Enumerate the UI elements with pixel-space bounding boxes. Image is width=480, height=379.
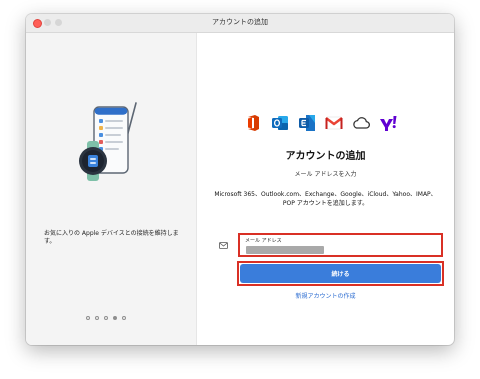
email-field[interactable]: メール アドレス [238, 233, 443, 257]
pagination-dot[interactable] [122, 316, 126, 320]
page-title: アカウントの追加 [285, 151, 366, 162]
create-new-account-link[interactable]: 新規アカウントの作成 [197, 291, 454, 300]
outlook-icon [272, 116, 288, 130]
email-field-label: メール アドレス [245, 238, 282, 244]
add-account-window: アカウントの追加 お気に入りの Apple デバイスとの接続を維持します。 アカ… [26, 14, 454, 345]
supported-providers-text: Microsoft 365、Outlook.com、Exchange、Googl… [214, 191, 437, 207]
pagination-dot-active[interactable] [113, 316, 117, 320]
page-subtitle: メール アドレスを入力 [294, 171, 357, 178]
pagination-dot[interactable] [104, 316, 108, 320]
title-bar: アカウントの追加 [26, 14, 454, 33]
continue-button-highlight: 続ける [237, 261, 444, 286]
mail-icon [219, 242, 228, 249]
continue-button[interactable]: 続ける [240, 264, 441, 283]
pagination-dot[interactable] [86, 316, 90, 320]
exchange-icon [299, 115, 315, 131]
pagination-dot[interactable] [95, 316, 99, 320]
sign-in-panel: アカウントの追加 メール アドレスを入力 Microsoft 365、Outlo… [197, 33, 454, 345]
office-icon [248, 115, 259, 131]
phone-watch-illustration-icon [79, 102, 137, 181]
onboarding-caption: お気に入りの Apple デバイスとの接続を維持します。 [44, 230, 179, 245]
provider-logos [243, 113, 398, 133]
gmail-icon [325, 116, 343, 130]
onboarding-panel: お気に入りの Apple デバイスとの接続を維持します。 [26, 33, 197, 345]
window-title: アカウントの追加 [212, 18, 268, 26]
pagination-dots [86, 316, 126, 320]
redacted-email-value [246, 246, 324, 254]
yahoo-icon [380, 116, 397, 131]
icloud-icon [353, 117, 370, 129]
